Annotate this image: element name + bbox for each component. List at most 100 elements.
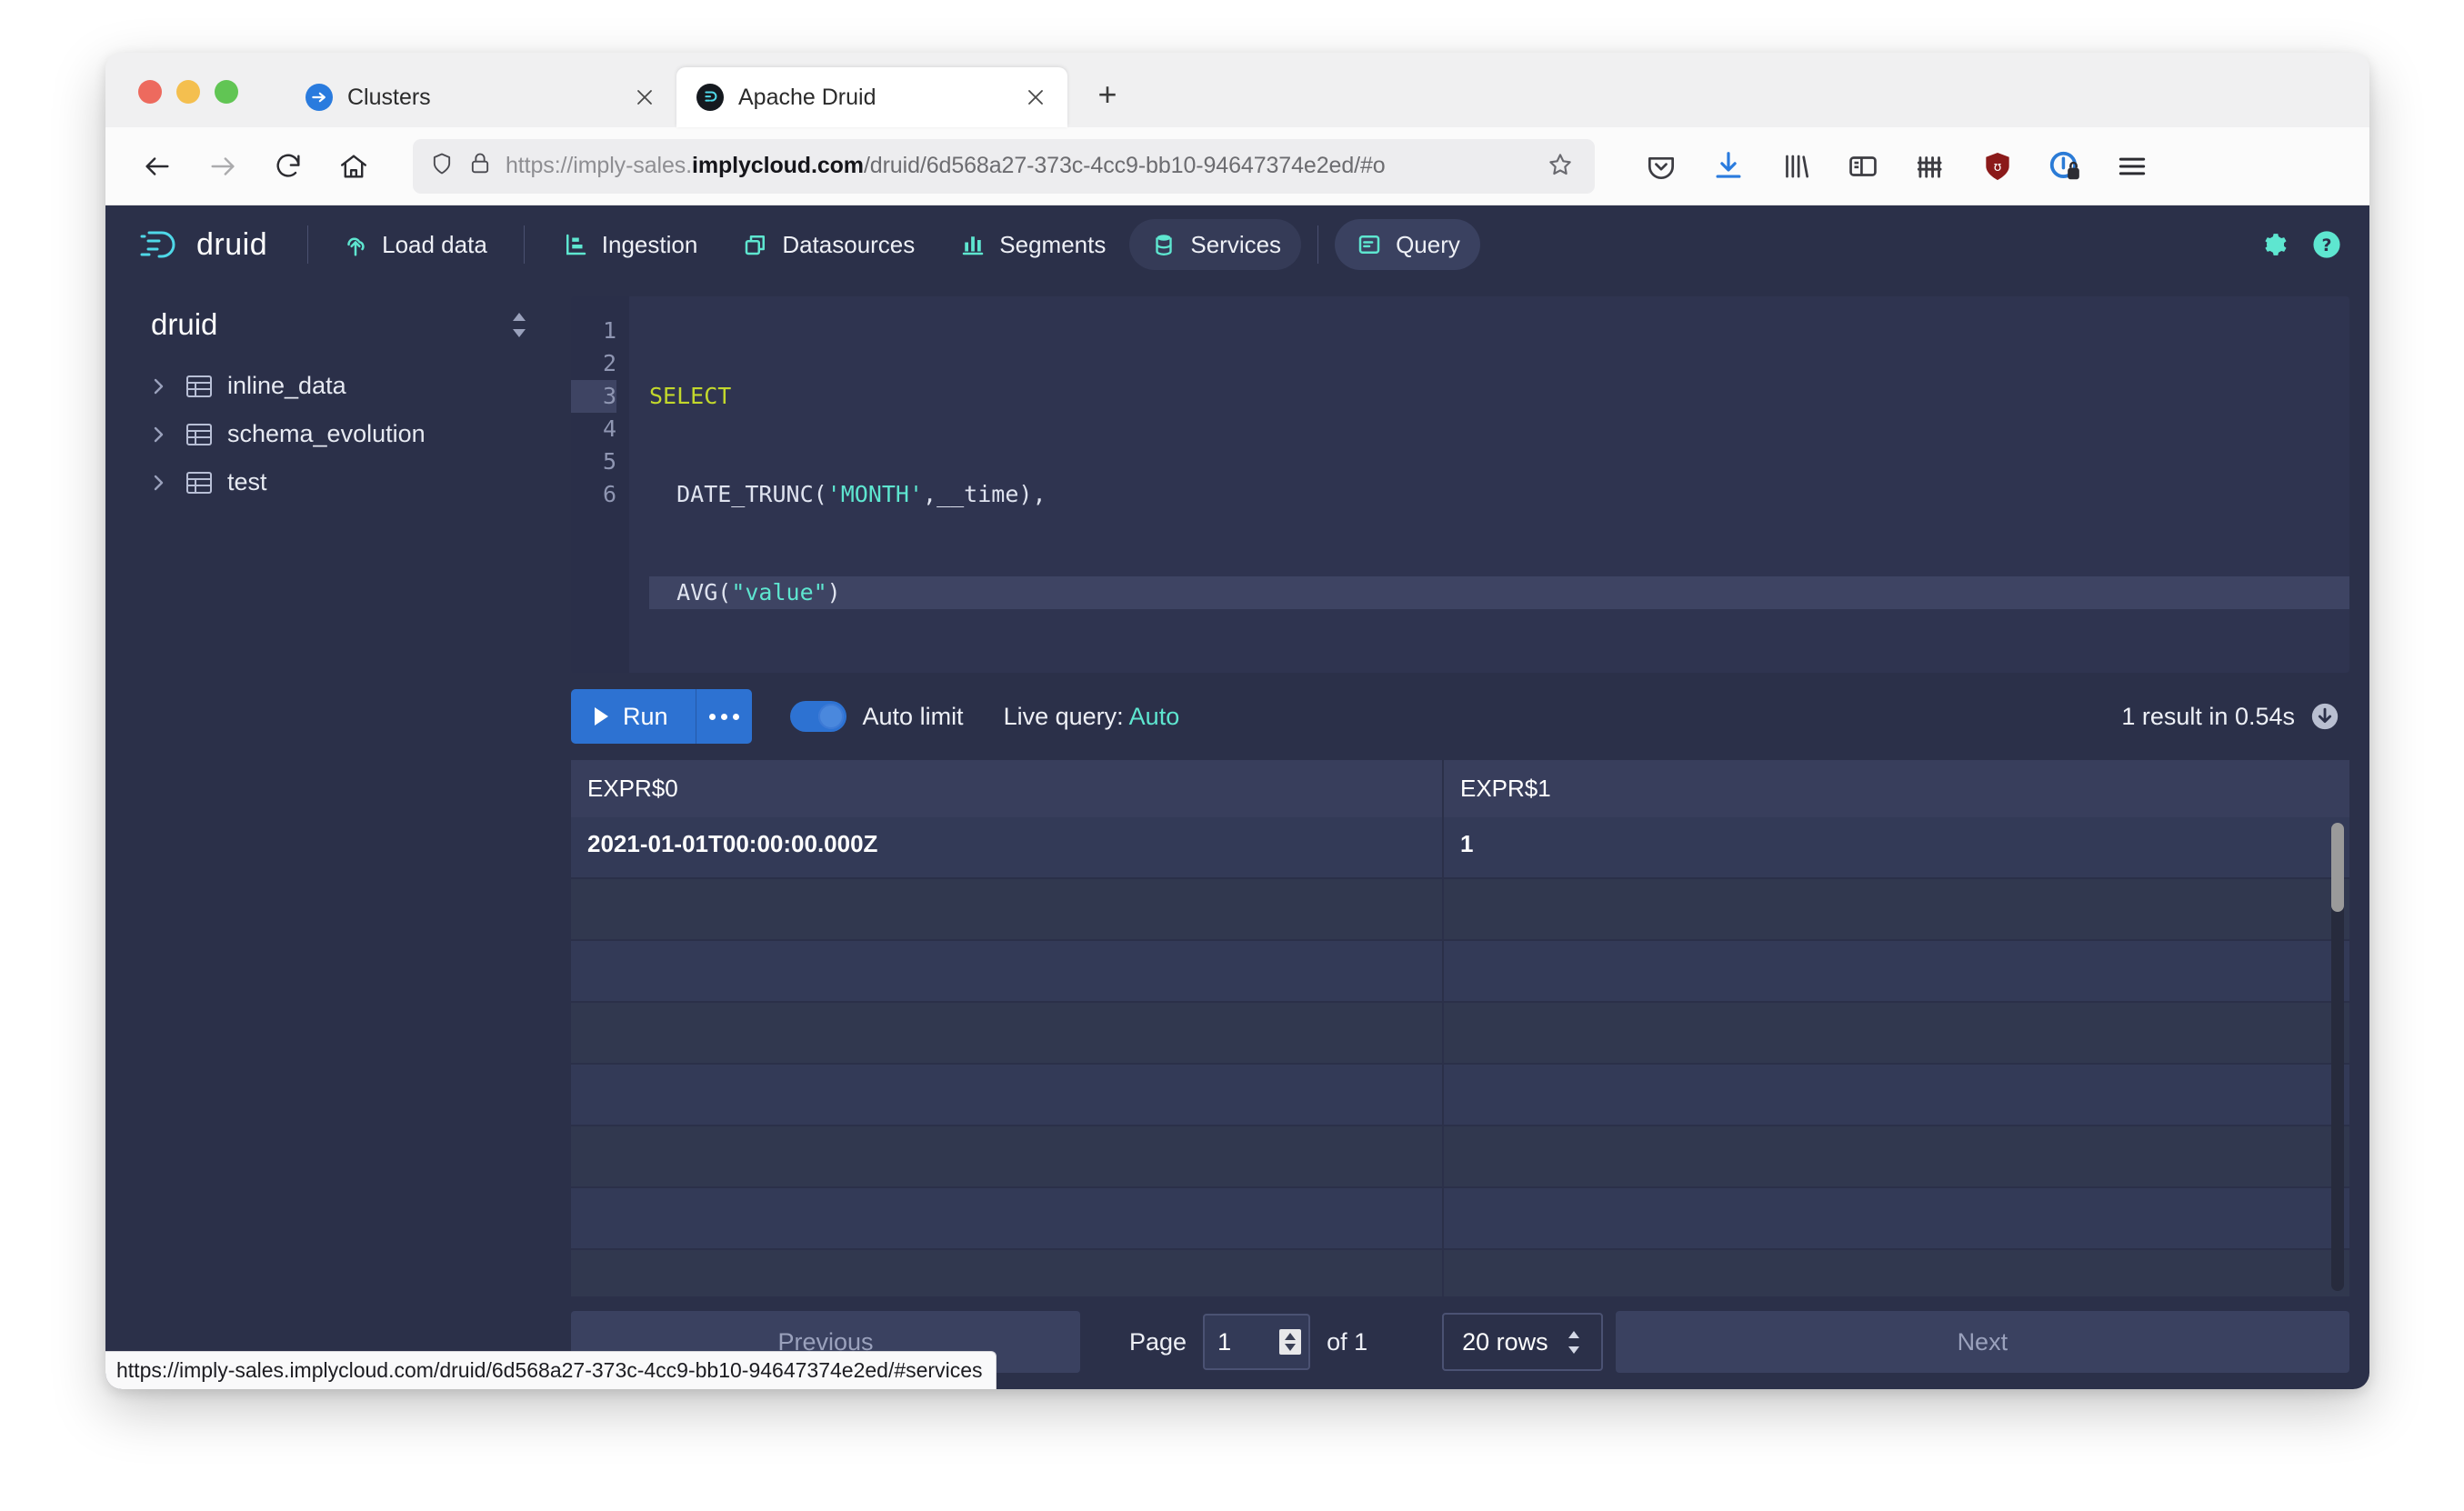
- table-row[interactable]: [571, 1065, 2349, 1126]
- line-number: 3: [571, 380, 616, 413]
- table-cell: [571, 1188, 1444, 1248]
- nav-datasources[interactable]: Datasources: [721, 219, 935, 270]
- close-icon[interactable]: [1020, 82, 1051, 113]
- nav-label: Query: [1396, 231, 1460, 259]
- line-number-gutter: 1 2 3 4 5 6: [571, 296, 629, 673]
- reload-icon[interactable]: [260, 138, 316, 195]
- run-button[interactable]: Run: [571, 689, 696, 744]
- table-cell: [571, 879, 1444, 939]
- next-button[interactable]: Next: [1616, 1311, 2349, 1373]
- minimize-window-button[interactable]: [176, 80, 200, 104]
- download-icon[interactable]: [1708, 145, 1749, 187]
- nav-query[interactable]: Query: [1335, 219, 1480, 270]
- rows-per-page-select[interactable]: 20 rows: [1442, 1313, 1603, 1371]
- lock-icon[interactable]: [467, 151, 493, 181]
- sidebar-item-schema_evolution[interactable]: schema_evolution: [125, 410, 553, 458]
- hamburger-menu-icon[interactable]: [2111, 145, 2153, 187]
- close-window-button[interactable]: [138, 80, 162, 104]
- sql-code[interactable]: SELECT DATE_TRUNC('MONTH',__time), AVG("…: [629, 296, 2349, 673]
- table-row[interactable]: 2021-01-01T00:00:00.000Z 1: [571, 817, 2349, 879]
- nav-label: Load data: [382, 231, 487, 259]
- table-cell: [1444, 1250, 2349, 1296]
- druid-app: druid Load data: [105, 205, 2369, 1389]
- page-controls: Page 1 of 1: [1093, 1314, 1404, 1370]
- ublock-shield-icon[interactable]: ʊ: [1977, 145, 2018, 187]
- containers-icon[interactable]: [1909, 145, 1951, 187]
- download-circle-icon[interactable]: [2309, 701, 2340, 732]
- sort-updown-icon[interactable]: [1565, 1330, 1583, 1355]
- chevron-right-icon[interactable]: [147, 472, 171, 494]
- page-label: Page: [1129, 1328, 1187, 1356]
- privacy-badge-icon[interactable]: [2044, 145, 2086, 187]
- tab-title: Apache Druid: [738, 85, 1006, 111]
- nav-label: Ingestion: [602, 231, 698, 259]
- code-line: SELECT: [649, 380, 2349, 413]
- segments-bars-icon: [958, 230, 987, 259]
- back-arrow-icon[interactable]: [129, 138, 185, 195]
- run-more-button[interactable]: [696, 689, 752, 744]
- url-text[interactable]: https://imply-sales.implycloud.com/druid…: [506, 153, 1533, 179]
- close-icon[interactable]: [629, 82, 660, 113]
- tab-apache-druid[interactable]: Apache Druid: [676, 67, 1067, 127]
- run-label: Run: [623, 703, 668, 731]
- divider: [1317, 225, 1318, 264]
- sidebar-icon[interactable]: [1842, 145, 1884, 187]
- result-info: 1 result in 0.54s: [2121, 701, 2349, 732]
- code-line: DATE_TRUNC('MONTH',__time),: [649, 478, 2349, 511]
- query-console-icon: [1355, 230, 1384, 259]
- sidebar-item-test[interactable]: test: [125, 458, 553, 506]
- bookmark-star-icon[interactable]: [1546, 150, 1578, 183]
- stepper-icon[interactable]: [1279, 1329, 1301, 1355]
- pocket-icon[interactable]: [1640, 145, 1682, 187]
- table-row[interactable]: [571, 879, 2349, 941]
- services-database-icon: [1149, 230, 1178, 259]
- sidebar-item-inline_data[interactable]: inline_data: [125, 362, 553, 410]
- nav-segments[interactable]: Segments: [938, 219, 1126, 270]
- tab-strip: Clusters Apache Druid +: [105, 53, 2369, 127]
- status-bar-url: https://imply-sales.implycloud.com/druid…: [105, 1351, 997, 1389]
- datasources-stack-icon: [741, 230, 770, 259]
- table-row[interactable]: [571, 941, 2349, 1003]
- sidebar-title: druid: [151, 307, 217, 342]
- auto-limit-label: Auto limit: [863, 703, 964, 731]
- shield-icon[interactable]: [429, 151, 455, 181]
- auto-limit-toggle[interactable]: [790, 701, 846, 732]
- scrollbar-thumb[interactable]: [2331, 823, 2344, 912]
- new-tab-button[interactable]: +: [1082, 69, 1133, 120]
- druid-nav: Load data Ingestion: [321, 219, 1480, 270]
- table-row[interactable]: [571, 1250, 2349, 1296]
- page-number-input[interactable]: 1: [1203, 1314, 1310, 1370]
- table-row[interactable]: [571, 1003, 2349, 1065]
- forward-arrow-icon: [195, 138, 251, 195]
- page-total-label: of 1: [1327, 1328, 1367, 1356]
- app-body: druid inline_data: [105, 284, 2369, 1389]
- sort-updown-icon[interactable]: [509, 312, 529, 338]
- play-triangle-icon: [595, 707, 608, 725]
- navigation-toolbar: https://imply-sales.implycloud.com/druid…: [105, 127, 2369, 205]
- query-toolbar: Run Auto limit Live query: Auto: [571, 673, 2349, 760]
- chevron-right-icon[interactable]: [147, 424, 171, 445]
- nav-ingestion[interactable]: Ingestion: [541, 219, 718, 270]
- column-header[interactable]: EXPR$0: [571, 760, 1444, 817]
- nav-services[interactable]: Services: [1129, 219, 1301, 270]
- help-icon[interactable]: ?: [2309, 227, 2344, 262]
- column-header[interactable]: EXPR$1: [1444, 760, 2349, 817]
- auto-limit-control[interactable]: Auto limit: [790, 701, 964, 732]
- druid-logo-icon: [136, 227, 184, 262]
- live-query-status[interactable]: Live query: Auto: [1004, 703, 1180, 731]
- chevron-right-icon[interactable]: [147, 375, 171, 397]
- divider: [307, 225, 308, 264]
- results-scrollbar[interactable]: [2331, 823, 2344, 1291]
- table-row[interactable]: [571, 1188, 2349, 1250]
- table-cell: [1444, 941, 2349, 1001]
- table-row[interactable]: [571, 1126, 2349, 1188]
- library-icon[interactable]: [1775, 145, 1817, 187]
- home-icon[interactable]: [326, 138, 382, 195]
- nav-load-data[interactable]: Load data: [321, 219, 507, 270]
- maximize-window-button[interactable]: [215, 80, 238, 104]
- sql-editor[interactable]: 1 2 3 4 5 6 SELECT DATE_TRUNC('MONTH',__…: [571, 296, 2349, 673]
- gear-icon[interactable]: [2255, 227, 2289, 262]
- tab-clusters[interactable]: Clusters: [285, 67, 676, 127]
- url-bar[interactable]: https://imply-sales.implycloud.com/druid…: [413, 139, 1595, 194]
- druid-brand[interactable]: druid: [136, 227, 295, 263]
